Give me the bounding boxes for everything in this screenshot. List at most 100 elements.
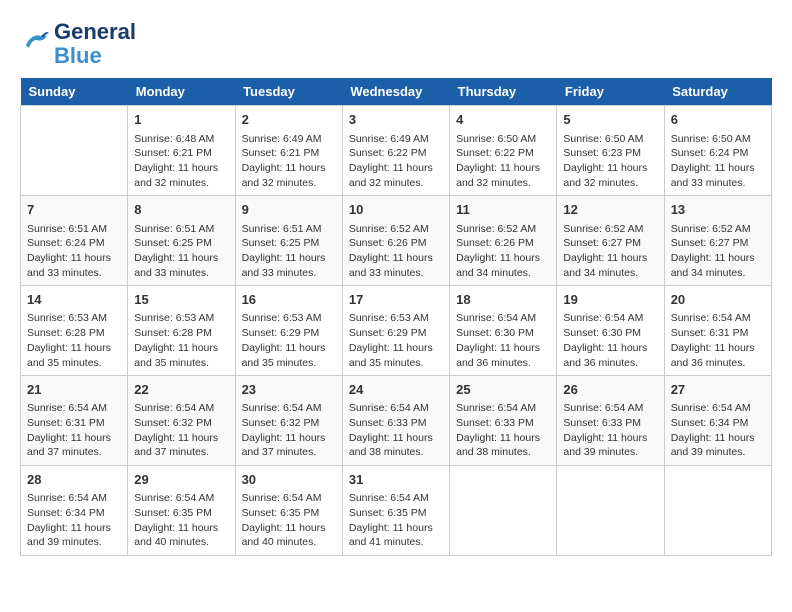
- calendar-cell: 19 Sunrise: 6:54 AMSunset: 6:30 PMDayligh…: [557, 286, 664, 376]
- day-number: 26: [563, 381, 657, 399]
- calendar-cell: 22Sunrise: 6:54 AMSunset: 6:32 PMDayligh…: [128, 376, 235, 466]
- day-number: 11: [456, 201, 550, 219]
- day-header-friday: Friday: [557, 78, 664, 106]
- day-header-monday: Monday: [128, 78, 235, 106]
- day-info: Sunrise: 6:52 AMSunset: 6:27 PMDaylight:…: [671, 222, 765, 281]
- day-info: Sunrise: 6:49 AMSunset: 6:21 PMDaylight:…: [242, 132, 336, 191]
- day-info: Sunrise: 6:52 AMSunset: 6:26 PMDaylight:…: [349, 222, 443, 281]
- calendar-cell: 8Sunrise: 6:51 AMSunset: 6:25 PMDaylight…: [128, 196, 235, 286]
- day-number: 2: [242, 111, 336, 129]
- calendar-week-5: 28 Sunrise: 6:54 AMSunset: 6:34 PMDayligh…: [21, 466, 772, 556]
- calendar-cell: 14Sunrise: 6:53 AMSunset: 6:28 PMDayligh…: [21, 286, 128, 376]
- day-info: Sunrise: 6:53 AMSunset: 6:29 PMDaylight:…: [242, 311, 336, 370]
- day-number: 13: [671, 201, 765, 219]
- calendar-cell: 4 Sunrise: 6:50 AMSunset: 6:22 PMDaylight…: [450, 106, 557, 196]
- day-info: Sunrise: 6:54 AMSunset: 6:34 PMDaylight:…: [671, 401, 765, 460]
- calendar-cell: 20 Sunrise: 6:54 AMSunset: 6:31 PMDayligh…: [664, 286, 771, 376]
- calendar-cell: 28 Sunrise: 6:54 AMSunset: 6:34 PMDayligh…: [21, 466, 128, 556]
- day-info: Sunrise: 6:54 AMSunset: 6:33 PMDaylight:…: [456, 401, 550, 460]
- day-number: 19: [563, 291, 657, 309]
- day-number: 8: [134, 201, 228, 219]
- calendar-cell: 27Sunrise: 6:54 AMSunset: 6:34 PMDayligh…: [664, 376, 771, 466]
- day-number: 15: [134, 291, 228, 309]
- calendar-cell: 21Sunrise: 6:54 AMSunset: 6:31 PMDayligh…: [21, 376, 128, 466]
- calendar-cell: 9 Sunrise: 6:51 AMSunset: 6:25 PMDaylight…: [235, 196, 342, 286]
- day-info: Sunrise: 6:53 AMSunset: 6:28 PMDaylight:…: [134, 311, 228, 370]
- day-number: 20: [671, 291, 765, 309]
- calendar-cell: 6Sunrise: 6:50 AMSunset: 6:24 PMDaylight…: [664, 106, 771, 196]
- day-number: 17: [349, 291, 443, 309]
- calendar-cell: 25 Sunrise: 6:54 AMSunset: 6:33 PMDayligh…: [450, 376, 557, 466]
- calendar-cell: [664, 466, 771, 556]
- day-number: 18: [456, 291, 550, 309]
- day-info: Sunrise: 6:54 AMSunset: 6:35 PMDaylight:…: [134, 491, 228, 550]
- calendar-cell: 30 Sunrise: 6:54 AMSunset: 6:35 PMDayligh…: [235, 466, 342, 556]
- calendar-cell: 17 Sunrise: 6:53 AMSunset: 6:29 PMDayligh…: [342, 286, 449, 376]
- calendar-cell: 29 Sunrise: 6:54 AMSunset: 6:35 PMDayligh…: [128, 466, 235, 556]
- day-info: Sunrise: 6:52 AMSunset: 6:26 PMDaylight:…: [456, 222, 550, 281]
- calendar-table: SundayMondayTuesdayWednesdayThursdayFrid…: [20, 78, 772, 556]
- day-number: 16: [242, 291, 336, 309]
- day-number: 23: [242, 381, 336, 399]
- day-info: Sunrise: 6:50 AMSunset: 6:23 PMDaylight:…: [563, 132, 657, 191]
- day-number: 31: [349, 471, 443, 489]
- calendar-cell: [450, 466, 557, 556]
- day-number: 7: [27, 201, 121, 219]
- calendar-cell: 1Sunrise: 6:48 AMSunset: 6:21 PMDaylight…: [128, 106, 235, 196]
- calendar-cell: 31 Sunrise: 6:54 AMSunset: 6:35 PMDayligh…: [342, 466, 449, 556]
- day-header-tuesday: Tuesday: [235, 78, 342, 106]
- day-info: Sunrise: 6:54 AMSunset: 6:32 PMDaylight:…: [242, 401, 336, 460]
- day-info: Sunrise: 6:54 AMSunset: 6:31 PMDaylight:…: [671, 311, 765, 370]
- day-info: Sunrise: 6:54 AMSunset: 6:35 PMDaylight:…: [349, 491, 443, 550]
- day-info: Sunrise: 6:53 AMSunset: 6:29 PMDaylight:…: [349, 311, 443, 370]
- day-number: 28: [27, 471, 121, 489]
- calendar-cell: 24Sunrise: 6:54 AMSunset: 6:33 PMDayligh…: [342, 376, 449, 466]
- day-info: Sunrise: 6:54 AMSunset: 6:33 PMDaylight:…: [563, 401, 657, 460]
- day-number: 4: [456, 111, 550, 129]
- day-number: 25: [456, 381, 550, 399]
- calendar-week-4: 21Sunrise: 6:54 AMSunset: 6:31 PMDayligh…: [21, 376, 772, 466]
- day-header-sunday: Sunday: [21, 78, 128, 106]
- calendar-cell: 2 Sunrise: 6:49 AMSunset: 6:21 PMDaylight…: [235, 106, 342, 196]
- day-number: 3: [349, 111, 443, 129]
- day-info: Sunrise: 6:51 AMSunset: 6:25 PMDaylight:…: [242, 222, 336, 281]
- day-info: Sunrise: 6:49 AMSunset: 6:22 PMDaylight:…: [349, 132, 443, 191]
- calendar-cell: [557, 466, 664, 556]
- calendar-cell: 10 Sunrise: 6:52 AMSunset: 6:26 PMDayligh…: [342, 196, 449, 286]
- calendar-cell: 15 Sunrise: 6:53 AMSunset: 6:28 PMDayligh…: [128, 286, 235, 376]
- calendar-cell: 18Sunrise: 6:54 AMSunset: 6:30 PMDayligh…: [450, 286, 557, 376]
- day-number: 14: [27, 291, 121, 309]
- logo-icon: [20, 27, 50, 57]
- day-info: Sunrise: 6:54 AMSunset: 6:35 PMDaylight:…: [242, 491, 336, 550]
- calendar-cell: 13 Sunrise: 6:52 AMSunset: 6:27 PMDayligh…: [664, 196, 771, 286]
- page-header: General Blue: [20, 20, 772, 68]
- day-info: Sunrise: 6:54 AMSunset: 6:34 PMDaylight:…: [27, 491, 121, 550]
- calendar-cell: 5Sunrise: 6:50 AMSunset: 6:23 PMDaylight…: [557, 106, 664, 196]
- day-info: Sunrise: 6:54 AMSunset: 6:33 PMDaylight:…: [349, 401, 443, 460]
- calendar-header: SundayMondayTuesdayWednesdayThursdayFrid…: [21, 78, 772, 106]
- day-header-wednesday: Wednesday: [342, 78, 449, 106]
- day-info: Sunrise: 6:52 AMSunset: 6:27 PMDaylight:…: [563, 222, 657, 281]
- calendar-week-1: 1Sunrise: 6:48 AMSunset: 6:21 PMDaylight…: [21, 106, 772, 196]
- day-info: Sunrise: 6:54 AMSunset: 6:30 PMDaylight:…: [563, 311, 657, 370]
- calendar-cell: 16 Sunrise: 6:53 AMSunset: 6:29 PMDayligh…: [235, 286, 342, 376]
- calendar-cell: [21, 106, 128, 196]
- day-number: 9: [242, 201, 336, 219]
- day-header-saturday: Saturday: [664, 78, 771, 106]
- calendar-cell: 11 Sunrise: 6:52 AMSunset: 6:26 PMDayligh…: [450, 196, 557, 286]
- calendar-cell: 26 Sunrise: 6:54 AMSunset: 6:33 PMDayligh…: [557, 376, 664, 466]
- calendar-week-3: 14 Sunrise: 6:53 AMSunset: 6:28 PMDayligh…: [21, 286, 772, 376]
- calendar-cell: 23 Sunrise: 6:54 AMSunset: 6:32 PMDayligh…: [235, 376, 342, 466]
- day-info: Sunrise: 6:50 AMSunset: 6:22 PMDaylight:…: [456, 132, 550, 191]
- day-number: 29: [134, 471, 228, 489]
- day-header-thursday: Thursday: [450, 78, 557, 106]
- day-info: Sunrise: 6:54 AMSunset: 6:32 PMDaylight:…: [134, 401, 228, 460]
- logo-text: General Blue: [54, 20, 136, 68]
- day-number: 10: [349, 201, 443, 219]
- day-info: Sunrise: 6:54 AMSunset: 6:31 PMDaylight:…: [27, 401, 121, 460]
- day-info: Sunrise: 6:48 AMSunset: 6:21 PMDaylight:…: [134, 132, 228, 191]
- day-number: 30: [242, 471, 336, 489]
- calendar-cell: 12Sunrise: 6:52 AMSunset: 6:27 PMDayligh…: [557, 196, 664, 286]
- day-info: Sunrise: 6:51 AMSunset: 6:24 PMDaylight:…: [27, 222, 121, 281]
- day-number: 6: [671, 111, 765, 129]
